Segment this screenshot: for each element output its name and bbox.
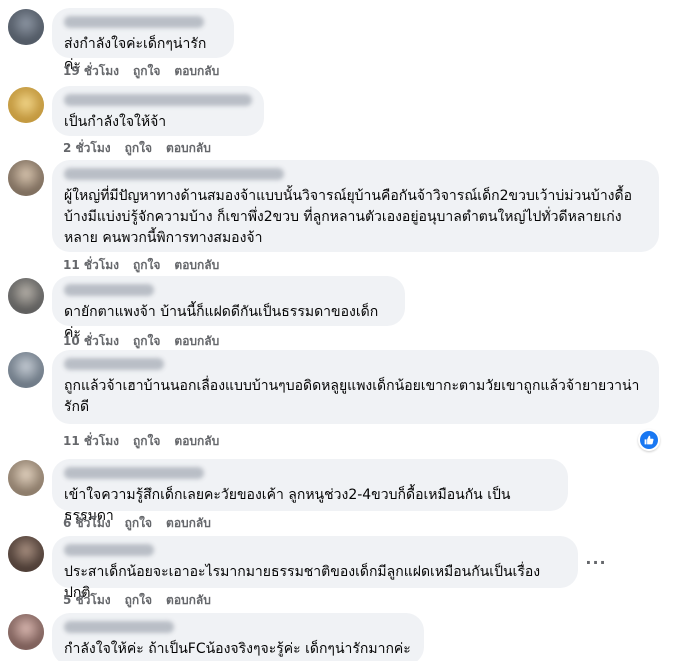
comment-meta: 19 ชั่วโมง ถูกใจ ตอบกลับ xyxy=(63,62,219,81)
reply-button[interactable]: ตอบกลับ xyxy=(166,514,211,533)
comment-bubble: ดายักตาแพงจ้า บ้านนี้ก็แฝดดีกันเป็นธรรมด… xyxy=(52,276,405,341)
comment-bubble: กำลังใจให้ค่ะ ถ้าเป็นFCน้องจริงๆจะรู้ค่ะ… xyxy=(52,613,424,661)
like-button[interactable]: ถูกใจ xyxy=(133,62,160,81)
like-button[interactable]: ถูกใจ xyxy=(133,332,160,351)
like-button[interactable]: ถูกใจ xyxy=(133,256,160,275)
comment-bubble: เป็นกำลังใจให้จ้า xyxy=(52,86,264,136)
like-button[interactable]: ถูกใจ xyxy=(133,432,160,451)
comment-text-content: กำลังใจให้ค่ะ ถ้าเป็นFCน้องจริงๆจะรู้ค่ะ… xyxy=(64,641,411,657)
comment-time[interactable]: 5 ชั่วโมง xyxy=(63,591,111,610)
commenter-name[interactable] xyxy=(64,16,204,28)
commenter-name[interactable] xyxy=(64,621,174,633)
reply-button[interactable]: ตอบกลับ xyxy=(174,256,219,275)
comment-meta: 2 ชั่วโมง ถูกใจ ตอบกลับ xyxy=(63,139,211,158)
commenter-name[interactable] xyxy=(64,358,164,370)
reply-button[interactable]: ตอบกลับ xyxy=(166,591,211,610)
like-button[interactable]: ถูกใจ xyxy=(125,514,152,533)
comment-bubble: ประสาเด็กน้อยจะเอาอะไรมากมายธรรมชาติของเ… xyxy=(52,536,578,601)
comment-time[interactable]: 11 ชั่วโมง xyxy=(63,256,119,275)
comment-meta: 10 ชั่วโมง ถูกใจ ตอบกลับ xyxy=(63,332,219,351)
comment-bubble: ถูกแล้วจ้าเฮาบ้านนอกเลื่องแบบบ้านๆบอดิดห… xyxy=(52,350,659,424)
comment-text: เป็นกำลังใจให้จ้า xyxy=(64,114,167,130)
reply-button[interactable]: ตอบกลับ xyxy=(174,62,219,81)
more-options-icon[interactable]: ··· xyxy=(580,546,612,578)
comment-bubble: ผู้ใหญ่ที่มีปัญหาทางด้านสมองจ้าแบบนั้นวิ… xyxy=(52,160,659,252)
comment-text: กำลังใจให้ค่ะ ถ้าเป็นFCน้องจริงๆจะรู้ค่ะ… xyxy=(64,639,412,661)
commenter-name[interactable] xyxy=(64,94,252,106)
reply-button[interactable]: ตอบกลับ xyxy=(166,139,211,158)
avatar[interactable] xyxy=(8,460,44,496)
avatar[interactable] xyxy=(8,614,44,650)
comment-meta: 11 ชั่วโมง ถูกใจ ตอบกลับ xyxy=(63,256,219,275)
comment-meta: 5 ชั่วโมง ถูกใจ ตอบกลับ xyxy=(63,591,211,610)
like-button[interactable]: ถูกใจ xyxy=(125,139,152,158)
reply-button[interactable]: ตอบกลับ xyxy=(174,432,219,451)
comment-text: ถูกแล้วจ้าเฮาบ้านนอกเลื่องแบบบ้านๆบอดิดห… xyxy=(64,378,640,415)
comments-section: ส่งกำลังใจค่ะเด็กๆน่ารักค่ะ 19 ชั่วโมง ถ… xyxy=(0,0,684,661)
comment-time[interactable]: 6 ชั่วโมง xyxy=(63,514,111,533)
comment-meta: 6 ชั่วโมง ถูกใจ ตอบกลับ xyxy=(63,514,211,533)
avatar[interactable] xyxy=(8,278,44,314)
like-button[interactable]: ถูกใจ xyxy=(125,591,152,610)
commenter-name[interactable] xyxy=(64,544,154,556)
avatar[interactable] xyxy=(8,87,44,123)
comment-time[interactable]: 19 ชั่วโมง xyxy=(63,62,119,81)
comment-time[interactable]: 2 ชั่วโมง xyxy=(63,139,111,158)
comment-time[interactable]: 10 ชั่วโมง xyxy=(63,332,119,351)
avatar[interactable] xyxy=(8,352,44,388)
comment-text: ผู้ใหญ่ที่มีปัญหาทางด้านสมองจ้าแบบนั้นวิ… xyxy=(64,188,633,246)
commenter-name[interactable] xyxy=(64,168,284,180)
comment-bubble: ส่งกำลังใจค่ะเด็กๆน่ารักค่ะ xyxy=(52,8,234,73)
comment-meta: 11 ชั่วโมง ถูกใจ ตอบกลับ xyxy=(63,432,219,451)
avatar[interactable] xyxy=(8,536,44,572)
commenter-name[interactable] xyxy=(64,467,204,479)
comment-time[interactable]: 11 ชั่วโมง xyxy=(63,432,119,451)
comment-bubble: เข้าใจความรู้สึกเด็กเลยคะวัยของเค้า ลูกห… xyxy=(52,459,568,524)
thumbs-up-icon[interactable] xyxy=(638,429,660,451)
commenter-name[interactable] xyxy=(64,284,154,296)
avatar[interactable] xyxy=(8,9,44,45)
avatar[interactable] xyxy=(8,160,44,196)
reply-button[interactable]: ตอบกลับ xyxy=(174,332,219,351)
